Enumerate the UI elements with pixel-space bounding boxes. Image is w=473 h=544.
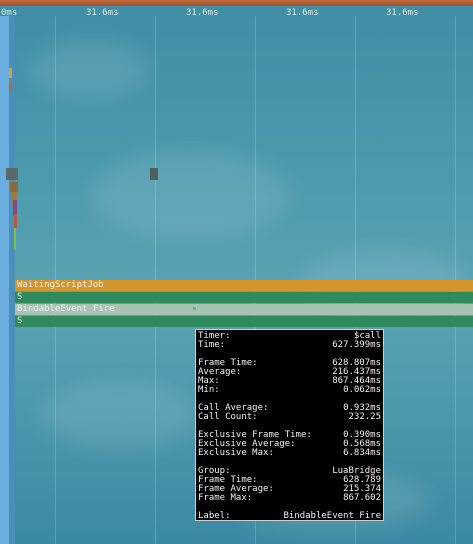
tooltip-value: 6.834ms bbox=[343, 448, 381, 458]
selection-marker-icon bbox=[193, 307, 196, 310]
tooltip-value: 867.602 bbox=[343, 493, 381, 503]
background-cloud bbox=[40, 380, 200, 450]
thread-column[interactable] bbox=[0, 16, 9, 544]
timeline-block[interactable] bbox=[14, 228, 16, 250]
timer-tooltip: Timer: $call Time: 627.399ms Frame Time: 62… bbox=[195, 329, 384, 521]
row-label: BindableEvent Fire bbox=[17, 304, 115, 314]
timeline-block[interactable] bbox=[9, 82, 12, 90]
row-s[interactable]: S bbox=[15, 292, 473, 303]
tooltip-value: 0.062ms bbox=[343, 385, 381, 395]
tooltip-label: Label: bbox=[198, 511, 231, 521]
tooltip-value: BindableEvent Fire bbox=[283, 511, 381, 521]
tooltip-label: Call Count: bbox=[198, 412, 258, 422]
tooltip-value: 232.25 bbox=[348, 412, 381, 422]
background-cloud bbox=[30, 40, 150, 100]
ruler-tick-label: 31.6ms bbox=[86, 8, 119, 18]
row-label: WaitingScriptJob bbox=[17, 280, 104, 290]
tooltip-label: Exclusive Max: bbox=[198, 448, 274, 458]
ruler-tick-label: 31.6ms bbox=[186, 8, 219, 18]
tooltip-row-min: Min: 0.062ms bbox=[198, 386, 381, 395]
row-label: S bbox=[17, 292, 23, 302]
tooltip-label: Frame Max: bbox=[198, 493, 253, 503]
timeline-block[interactable] bbox=[150, 168, 158, 180]
timeline-block[interactable] bbox=[14, 214, 17, 228]
timeline-block[interactable] bbox=[10, 182, 18, 192]
row-waiting-script-job[interactable]: WaitingScriptJob bbox=[15, 280, 473, 291]
background-cloud bbox=[90, 150, 290, 240]
ruler-tick-label: 31.6ms bbox=[286, 8, 319, 18]
tooltip-row-call-count: Call Count: 232.25 bbox=[198, 413, 381, 422]
tooltip-label: Min: bbox=[198, 385, 220, 395]
timeline-block[interactable] bbox=[9, 68, 12, 78]
row-bindable-event-fire[interactable]: BindableEvent Fire bbox=[15, 304, 473, 315]
tooltip-row-exclusive-max: Exclusive Max: 6.834ms bbox=[198, 449, 381, 458]
time-ruler: 0ms 31.6ms 31.6ms 31.6ms 31.6ms bbox=[0, 6, 473, 18]
tooltip-row-group-frame-max: Frame Max: 867.602 bbox=[198, 494, 381, 503]
tooltip-row-time: Time: 627.399ms bbox=[198, 341, 381, 350]
row-label: S bbox=[17, 316, 23, 326]
tooltip-row-label: Label: BindableEvent Fire bbox=[198, 512, 381, 521]
tooltip-label: Time: bbox=[198, 340, 226, 350]
timeline-block[interactable] bbox=[6, 168, 18, 180]
row-s[interactable]: S bbox=[15, 316, 473, 327]
tooltip-value: 627.399ms bbox=[332, 340, 381, 350]
ruler-tick-label: 31.6ms bbox=[386, 8, 419, 18]
